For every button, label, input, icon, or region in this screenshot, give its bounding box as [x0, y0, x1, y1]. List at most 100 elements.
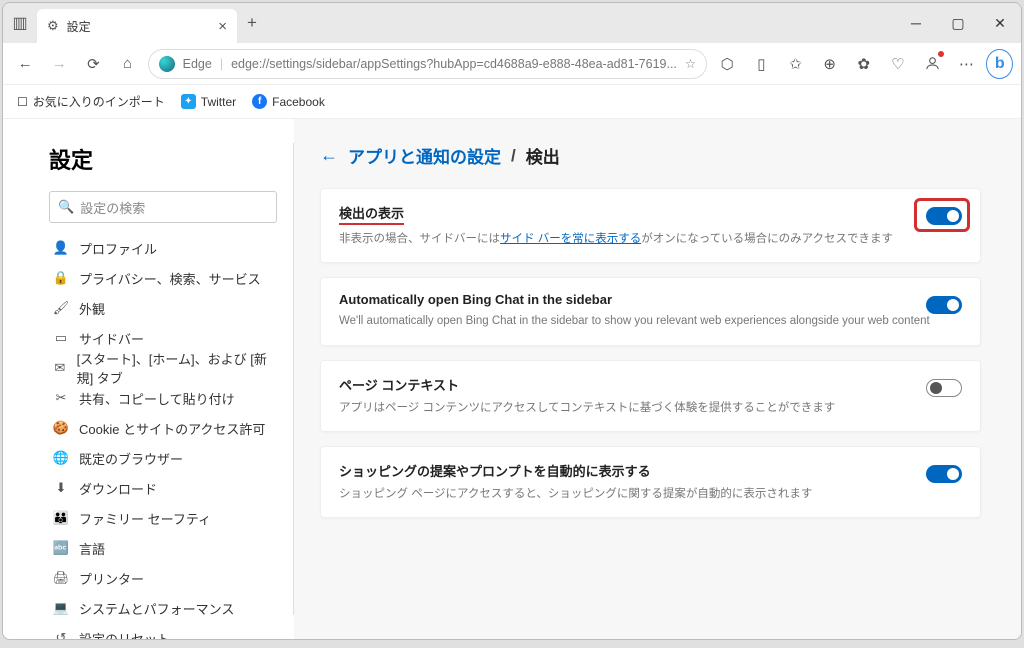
nav-item-icon: ✉: [53, 360, 67, 376]
new-tab-button[interactable]: +: [237, 13, 267, 33]
sidebar-item[interactable]: ⬇ ダウンロード: [49, 473, 277, 503]
profile-avatar[interactable]: [918, 49, 946, 79]
url-text: edge://settings/sidebar/appSettings?hubA…: [231, 57, 677, 71]
breadcrumb-back[interactable]: ←: [320, 145, 338, 166]
nav-item-label: ダウンロード: [79, 479, 157, 498]
card-description: ショッピング ページにアクセスすると、ショッピングに関する提案が自動的に表示され…: [339, 486, 962, 503]
breadcrumb: ← アプリと通知の設定 / 検出: [320, 143, 981, 168]
nav-item-icon: 🌐: [53, 450, 69, 466]
address-bar: ← → ⟳ ⌂ Edge | edge://settings/sidebar/a…: [3, 43, 1021, 85]
forward-button: →: [45, 49, 73, 79]
refresh-button[interactable]: ⟳: [79, 49, 107, 79]
search-placeholder: 設定の検索: [80, 198, 145, 217]
nav-item-label: プリンター: [79, 569, 144, 588]
url-prefix: Edge: [183, 57, 212, 71]
settings-search[interactable]: 🔍 設定の検索: [49, 191, 277, 223]
card-description: 非表示の場合、サイドバーにはサイド バーを常に表示するがオンになっている場合にの…: [339, 231, 962, 248]
nav-item-icon: 🖌: [53, 300, 69, 316]
nav-item-label: 設定のリセット: [79, 629, 170, 640]
fav-facebook[interactable]: fFacebook: [252, 94, 325, 109]
url-field[interactable]: Edge | edge://settings/sidebar/appSettin…: [148, 49, 708, 79]
nav-item-icon: ▭: [53, 330, 69, 346]
gear-icon: ⚙: [47, 18, 59, 34]
maximize-button[interactable]: ▢: [937, 3, 979, 43]
browser-tab[interactable]: ⚙ 設定 ×: [37, 9, 237, 43]
favorites-icon[interactable]: ✩: [781, 49, 809, 79]
toggle-switch[interactable]: [926, 379, 962, 397]
card-title: Automatically open Bing Chat in the side…: [339, 292, 962, 307]
close-window-button[interactable]: ✕: [979, 3, 1021, 43]
settings-card: ページ コンテキスト アプリはページ コンテンツにアクセスしてコンテキストに基づ…: [320, 360, 981, 432]
reading-icon[interactable]: ▯: [747, 49, 775, 79]
nav-item-icon: ✂: [53, 390, 69, 406]
breadcrumb-current: 検出: [526, 143, 560, 168]
card-title: ショッピングの提案やプロンプトを自動的に表示する: [339, 461, 962, 480]
home-button[interactable]: ⌂: [113, 49, 141, 79]
sidebar-item[interactable]: 👪 ファミリー セーフティ: [49, 503, 277, 533]
favorite-star-icon[interactable]: ☆: [685, 56, 696, 71]
sidebar-item[interactable]: 🖌 外観: [49, 293, 277, 323]
sidebar-item[interactable]: 🔤 言語: [49, 533, 277, 563]
sidebar-item[interactable]: 🍪Cookie とサイトのアクセス許可: [49, 413, 277, 443]
more-menu-icon[interactable]: ⋯: [952, 49, 980, 79]
tab-overview-button[interactable]: ▥: [3, 6, 37, 40]
card-description: We'll automatically open Bing Chat in th…: [339, 313, 962, 330]
nav-item-icon: 👤: [53, 240, 69, 256]
sidebar-item[interactable]: ✉[スタート]、[ホーム]、および [新規] タブ: [49, 353, 277, 383]
import-favorites[interactable]: ☐ お気に入りのインポート: [17, 93, 165, 110]
sidebar-item[interactable]: ✂ 共有、コピーして貼り付け: [49, 383, 277, 413]
nav-item-icon: 🖨: [53, 570, 69, 586]
sidebar-item[interactable]: ↺設定のリセット: [49, 623, 277, 639]
nav-item-label: プロファイル: [79, 239, 157, 258]
sidebar-item[interactable]: 👤 プロファイル: [49, 233, 277, 263]
nav-item-label: [スタート]、[ホーム]、および [新規] タブ: [77, 349, 277, 387]
facebook-icon: f: [252, 94, 267, 109]
nav-item-icon: 🔒: [53, 270, 69, 286]
nav-item-label: サイドバー: [79, 329, 144, 348]
nav-item-icon: 👪: [53, 510, 69, 526]
settings-card: 検出の表示 非表示の場合、サイドバーにはサイド バーを常に表示するがオンになって…: [320, 188, 981, 263]
titlebar: ▥ ⚙ 設定 × + ─ ▢ ✕: [3, 3, 1021, 43]
back-button[interactable]: ←: [11, 49, 39, 79]
twitter-icon: ✦: [181, 94, 196, 109]
highlight-annotation: [914, 198, 970, 232]
nav-item-icon: 🔤: [53, 540, 69, 556]
settings-heading: 設定: [49, 143, 277, 175]
edge-logo-icon: [159, 56, 175, 72]
settings-content: ← アプリと通知の設定 / 検出 検出の表示 非表示の場合、サイドバーにはサイド…: [294, 119, 1021, 639]
card-title: 検出の表示: [339, 203, 962, 225]
toggle-switch[interactable]: [926, 296, 962, 314]
bing-chat-button[interactable]: b: [986, 49, 1013, 79]
history-icon[interactable]: ✿: [850, 49, 878, 79]
nav-item-label: 言語: [79, 539, 105, 558]
nav-item-label: 外観: [79, 299, 105, 318]
tab-title: 設定: [67, 18, 91, 35]
card-title: ページ コンテキスト: [339, 375, 962, 394]
toggle-switch[interactable]: [926, 465, 962, 483]
nav-item-icon: ⬇: [53, 480, 69, 496]
sidebar-item[interactable]: 🔒 プライバシー、検索、サービス: [49, 263, 277, 293]
extensions-icon[interactable]: ⬡: [713, 49, 741, 79]
close-tab-icon[interactable]: ×: [218, 18, 227, 35]
sidebar-item[interactable]: 💻 システムとパフォーマンス: [49, 593, 277, 623]
minimize-button[interactable]: ─: [895, 3, 937, 43]
fav-twitter[interactable]: ✦Twitter: [181, 94, 236, 109]
card-description: アプリはページ コンテンツにアクセスしてコンテキストに基づく体験を提供することが…: [339, 400, 962, 417]
search-icon: 🔍: [58, 199, 74, 215]
nav-item-label: 既定のブラウザー: [79, 449, 183, 468]
nav-item-icon: 🍪: [53, 420, 69, 436]
settings-sidebar: 設定 🔍 設定の検索 👤 プロファイル 🔒 プライバシー、検索、サービス 🖌 外観 ▭ サイド…: [3, 119, 293, 639]
breadcrumb-parent[interactable]: アプリと通知の設定: [348, 143, 501, 168]
nav-item-icon: 💻: [53, 600, 69, 616]
sidebar-item[interactable]: 🖨 プリンター: [49, 563, 277, 593]
nav-item-label: ファミリー セーフティ: [79, 509, 211, 528]
performance-icon[interactable]: ♡: [884, 49, 912, 79]
settings-card: Automatically open Bing Chat in the side…: [320, 277, 981, 345]
collections-icon[interactable]: ⊕: [816, 49, 844, 79]
favorites-bar: ☐ お気に入りのインポート ✦Twitter fFacebook: [3, 85, 1021, 119]
sidebar-item[interactable]: 🌐 既定のブラウザー: [49, 443, 277, 473]
nav-item-label: システムとパフォーマンス: [79, 599, 234, 618]
settings-card: ショッピングの提案やプロンプトを自動的に表示する ショッピング ページにアクセス…: [320, 446, 981, 518]
nav-item-label: 共有、コピーして貼り付け: [79, 389, 235, 408]
nav-item-label: プライバシー、検索、サービス: [79, 269, 261, 288]
